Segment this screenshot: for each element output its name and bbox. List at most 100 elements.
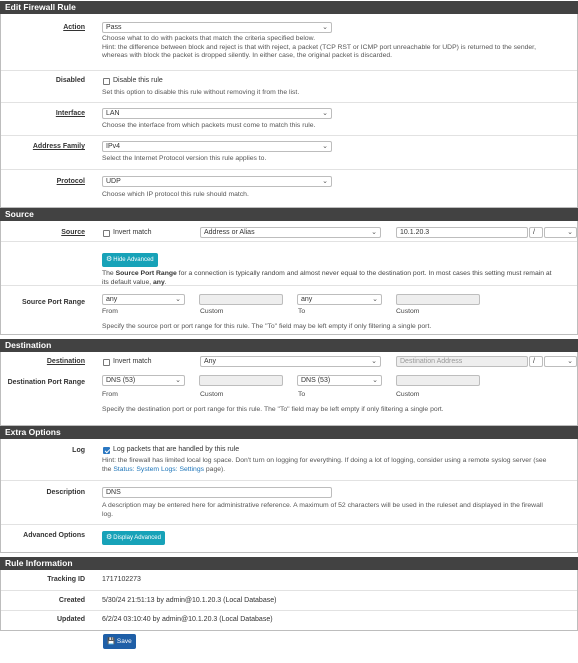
address-family-label: Address Family: [32, 143, 85, 150]
adv-help-bold: Source Port Range: [115, 270, 177, 277]
chevron-down-icon: ⌄: [567, 358, 573, 365]
tracking-row: Tracking ID 1717102273: [1, 570, 577, 591]
disabled-label: Disabled: [55, 77, 85, 84]
edit-rule-header: Edit Firewall Rule: [0, 1, 578, 14]
protocol-value: UDP: [106, 178, 121, 185]
source-port-row: Source Port Range any ⌄ any ⌄ From Custom …: [1, 286, 577, 334]
destination-panel: Destination Invert match Any ⌄ Destinatio…: [0, 352, 578, 426]
destination-mask-select[interactable]: ⌄: [544, 356, 577, 367]
destination-invert-checkbox[interactable]: [103, 359, 110, 366]
destination-label: Destination: [46, 358, 85, 365]
disabled-checkbox[interactable]: [103, 78, 110, 85]
interface-select[interactable]: LAN ⌄: [102, 108, 332, 119]
gear-icon: ⚙: [106, 534, 113, 541]
source-type-value: Address or Alias: [204, 229, 255, 236]
source-to-sub: To: [298, 308, 306, 315]
source-mask-select[interactable]: ⌄: [544, 227, 577, 238]
source-invert-label: Invert match: [113, 229, 152, 236]
advanced-options-label: Advanced Options: [23, 532, 85, 539]
destination-address-input[interactable]: Destination Address: [396, 356, 528, 367]
description-row: Description DNS A description may be ent…: [1, 481, 577, 525]
action-help-2: Hint: the difference between block and r…: [102, 43, 536, 51]
destination-slash: /: [529, 356, 543, 367]
source-address-input[interactable]: 10.1.20.3: [396, 227, 528, 238]
destination-port-label: Destination Port Range: [7, 379, 85, 386]
destination-to-sub: To: [298, 391, 306, 398]
destination-type-select[interactable]: Any ⌄: [200, 356, 381, 367]
source-port-from-select[interactable]: any ⌄: [102, 294, 185, 305]
rule-info-panel: Tracking ID 1717102273 Created 5/30/24 2…: [0, 570, 578, 631]
chevron-down-icon: ⌄: [371, 358, 377, 365]
action-help-3: whereas with block the packet is dropped…: [102, 52, 393, 59]
source-label: Source: [61, 229, 85, 236]
action-select[interactable]: Pass ⌄: [102, 22, 332, 33]
destination-port-from-select[interactable]: DNS (53) ⌄: [102, 375, 185, 386]
interface-help: Choose the interface from which packets …: [102, 122, 316, 129]
log-help-2-end: page).: [204, 465, 226, 473]
source-panel: Source Invert match Address or Alias ⌄ 10…: [0, 221, 578, 335]
destination-port-to-select[interactable]: DNS (53) ⌄: [297, 375, 382, 386]
hide-advanced-label: Hide Advanced: [113, 257, 154, 263]
log-help: Hint: the firewall has limited local log…: [102, 457, 546, 474]
created-value: 5/30/24 21:51:13 by admin@10.1.20.3 (Loc…: [102, 597, 277, 604]
destination-header: Destination: [0, 339, 578, 352]
source-custom2-sub: Custom: [396, 308, 420, 315]
description-help-2: log.: [102, 510, 113, 518]
chevron-down-icon: ⌄: [322, 143, 328, 150]
protocol-help: Choose which IP protocol this rule shoul…: [102, 191, 249, 198]
action-label: Action: [63, 24, 85, 31]
log-checkbox[interactable]: [103, 447, 110, 454]
system-logs-settings-link[interactable]: Status: System Logs: Settings: [113, 466, 204, 473]
protocol-select[interactable]: UDP ⌄: [102, 176, 332, 187]
source-address-value: 10.1.20.3: [400, 229, 430, 236]
destination-port-from-value: DNS (53): [106, 377, 136, 384]
chevron-down-icon: ⌄: [372, 377, 378, 384]
description-value: DNS: [106, 489, 121, 496]
save-button[interactable]: 💾 Save: [103, 634, 136, 649]
destination-port-to-custom[interactable]: [396, 375, 480, 386]
destination-port-from-custom[interactable]: [199, 375, 283, 386]
source-slash: /: [529, 227, 543, 238]
source-type-select[interactable]: Address or Alias ⌄: [200, 227, 381, 238]
adv-help-line2-pre: its default value,: [102, 278, 154, 286]
destination-type-value: Any: [204, 358, 217, 365]
destination-invert-label: Invert match: [113, 358, 152, 365]
address-family-value: IPv4: [106, 143, 121, 150]
source-port-to-select[interactable]: any ⌄: [297, 294, 382, 305]
destination-custom1-sub: Custom: [200, 391, 224, 398]
created-label: Created: [58, 597, 85, 604]
source-port-label: Source Port Range: [21, 299, 85, 306]
display-advanced-label: Display Advanced: [113, 535, 161, 541]
source-invert-checkbox[interactable]: [103, 230, 110, 237]
disabled-row: Disabled Disable this rule Set this opti…: [1, 71, 577, 103]
description-input[interactable]: DNS: [102, 487, 332, 498]
save-label: Save: [116, 638, 132, 645]
log-row: Log Log packets that are handled by this…: [1, 439, 577, 481]
source-from-sub: From: [102, 308, 118, 315]
description-help: A description may be entered here for ad…: [102, 502, 543, 519]
action-help-1: Choose what to do with packets that matc…: [102, 35, 316, 42]
chevron-down-icon: ⌄: [567, 229, 573, 236]
chevron-down-icon: ⌄: [175, 377, 181, 384]
destination-from-sub: From: [102, 391, 118, 398]
source-port-to-custom[interactable]: [396, 294, 480, 305]
chevron-down-icon: ⌄: [175, 296, 181, 303]
tracking-value: 1717102273: [102, 576, 141, 583]
adv-help-pre: The: [102, 270, 116, 277]
source-port-from-custom[interactable]: [199, 294, 283, 305]
source-advanced-help: The Source Port Range for a connection i…: [102, 270, 552, 287]
address-family-select[interactable]: IPv4 ⌄: [102, 141, 332, 152]
advanced-options-row: Advanced Options ⚙Display Advanced: [1, 525, 577, 552]
disabled-help: Set this option to disable this rule wit…: [102, 89, 300, 96]
address-family-row: Address Family IPv4 ⌄ Select the Internet…: [1, 136, 577, 170]
hide-advanced-button[interactable]: ⚙Hide Advanced: [102, 253, 158, 267]
address-family-help: Select the Internet Protocol version thi…: [102, 155, 267, 162]
updated-label: Updated: [57, 616, 85, 623]
updated-row: Updated 6/2/24 03:10:40 by admin@10.1.20…: [1, 611, 577, 630]
chevron-down-icon: ⌄: [371, 229, 377, 236]
tracking-label: Tracking ID: [47, 576, 85, 583]
destination-address-placeholder: Destination Address: [400, 358, 463, 365]
action-help: Choose what to do with packets that matc…: [102, 35, 536, 61]
chevron-down-icon: ⌄: [322, 24, 328, 31]
display-advanced-button[interactable]: ⚙Display Advanced: [102, 531, 165, 545]
